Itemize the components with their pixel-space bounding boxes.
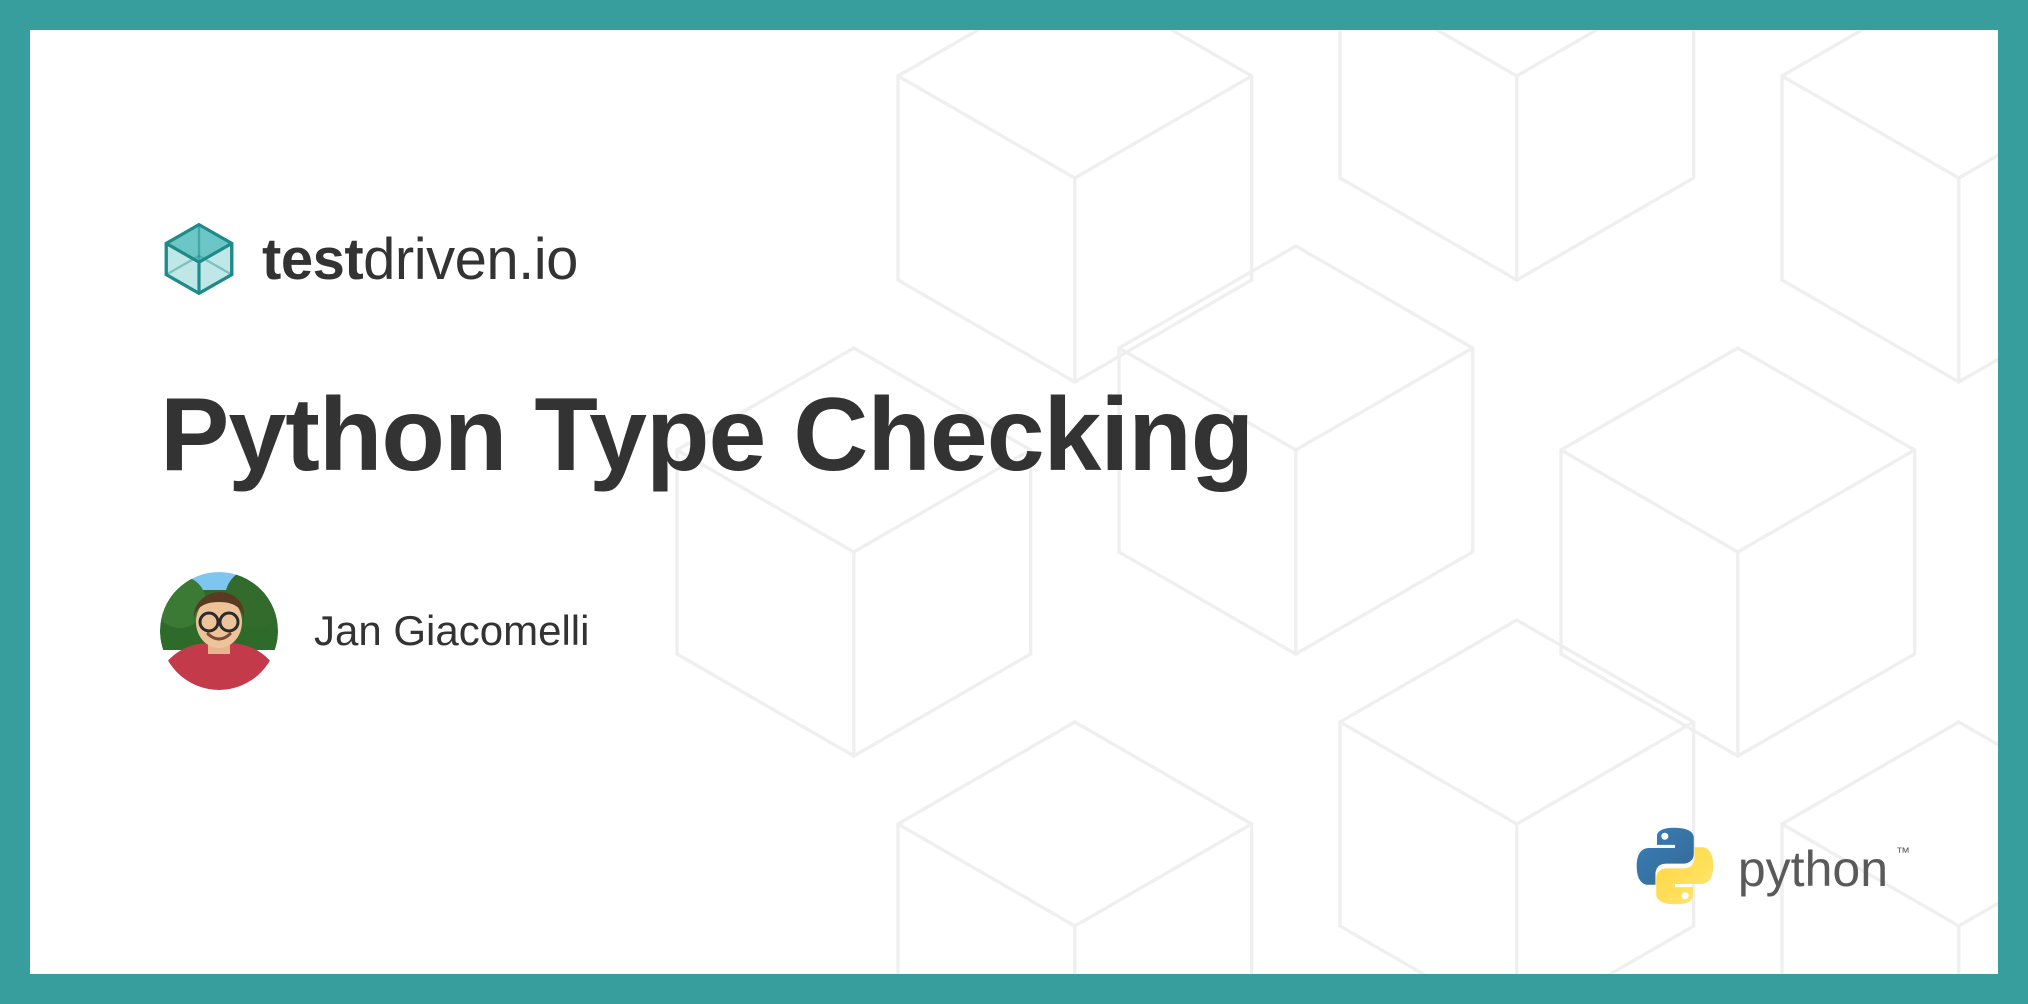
brand-name-bold: test [262, 227, 363, 292]
python-logo-icon [1632, 823, 1718, 914]
outer-frame: testdriven.io Python Type Checking [0, 0, 2028, 1004]
author-name: Jan Giacomelli [314, 607, 589, 655]
tech-name: python ™ [1738, 840, 1888, 898]
card: testdriven.io Python Type Checking [30, 30, 1998, 974]
brand-name-rest: driven.io [363, 227, 578, 292]
author-avatar [160, 572, 278, 690]
brand: testdriven.io [160, 220, 1868, 298]
tech-badge: python ™ [1632, 823, 1888, 914]
author: Jan Giacomelli [160, 572, 1868, 690]
page-title: Python Type Checking [160, 378, 1868, 492]
trademark-symbol: ™ [1896, 844, 1910, 860]
brand-name: testdriven.io [262, 226, 578, 293]
content-area: testdriven.io Python Type Checking [160, 220, 1868, 690]
testdriven-logo-icon [160, 220, 238, 298]
tech-name-text: python [1738, 841, 1888, 897]
